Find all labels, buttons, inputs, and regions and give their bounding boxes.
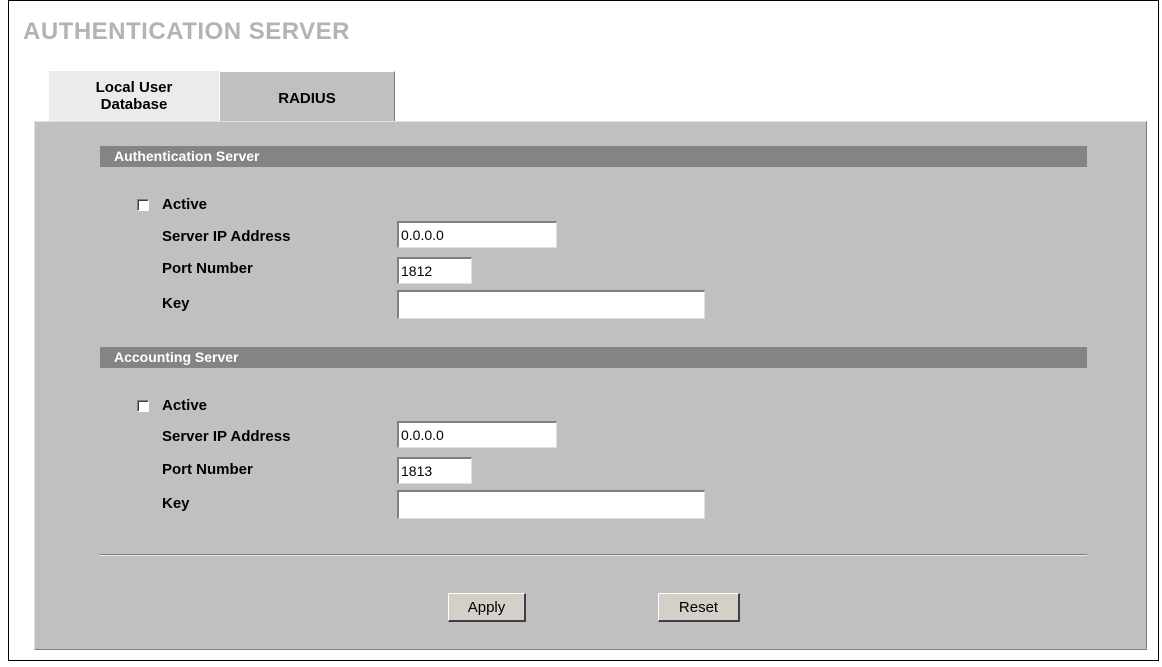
- authentication-server-header: Authentication Server: [100, 146, 1087, 167]
- accounting-server-header: Accounting Server: [100, 347, 1087, 368]
- accounting-active-label: Active: [162, 397, 208, 414]
- authentication-key-input[interactable]: [397, 290, 705, 319]
- accounting-server-ip-input[interactable]: 0.0.0.0: [397, 421, 557, 448]
- reset-button[interactable]: Reset: [658, 593, 740, 622]
- page-title: AUTHENTICATION SERVER: [23, 18, 350, 45]
- accounting-port-label: Port Number: [162, 461, 253, 478]
- authentication-server-ip-input[interactable]: 0.0.0.0: [397, 221, 557, 248]
- accounting-key-input[interactable]: [397, 490, 705, 519]
- authentication-port-label: Port Number: [162, 260, 253, 277]
- tab-local-user-database[interactable]: Local User Database: [49, 71, 219, 121]
- authentication-active-checkbox[interactable]: [137, 199, 149, 211]
- accounting-port-input[interactable]: 1813: [397, 457, 472, 484]
- tab-radius[interactable]: RADIUS: [219, 71, 395, 124]
- accounting-key-label: Key: [162, 495, 190, 512]
- authentication-active-label: Active: [162, 196, 208, 213]
- apply-button[interactable]: Apply: [448, 593, 526, 622]
- authentication-server-ip-label: Server IP Address: [162, 228, 291, 245]
- authentication-port-input[interactable]: 1812: [397, 257, 472, 284]
- authentication-key-label: Key: [162, 295, 190, 312]
- divider: [100, 554, 1087, 556]
- accounting-active-checkbox[interactable]: [137, 400, 149, 412]
- accounting-server-ip-label: Server IP Address: [162, 428, 291, 445]
